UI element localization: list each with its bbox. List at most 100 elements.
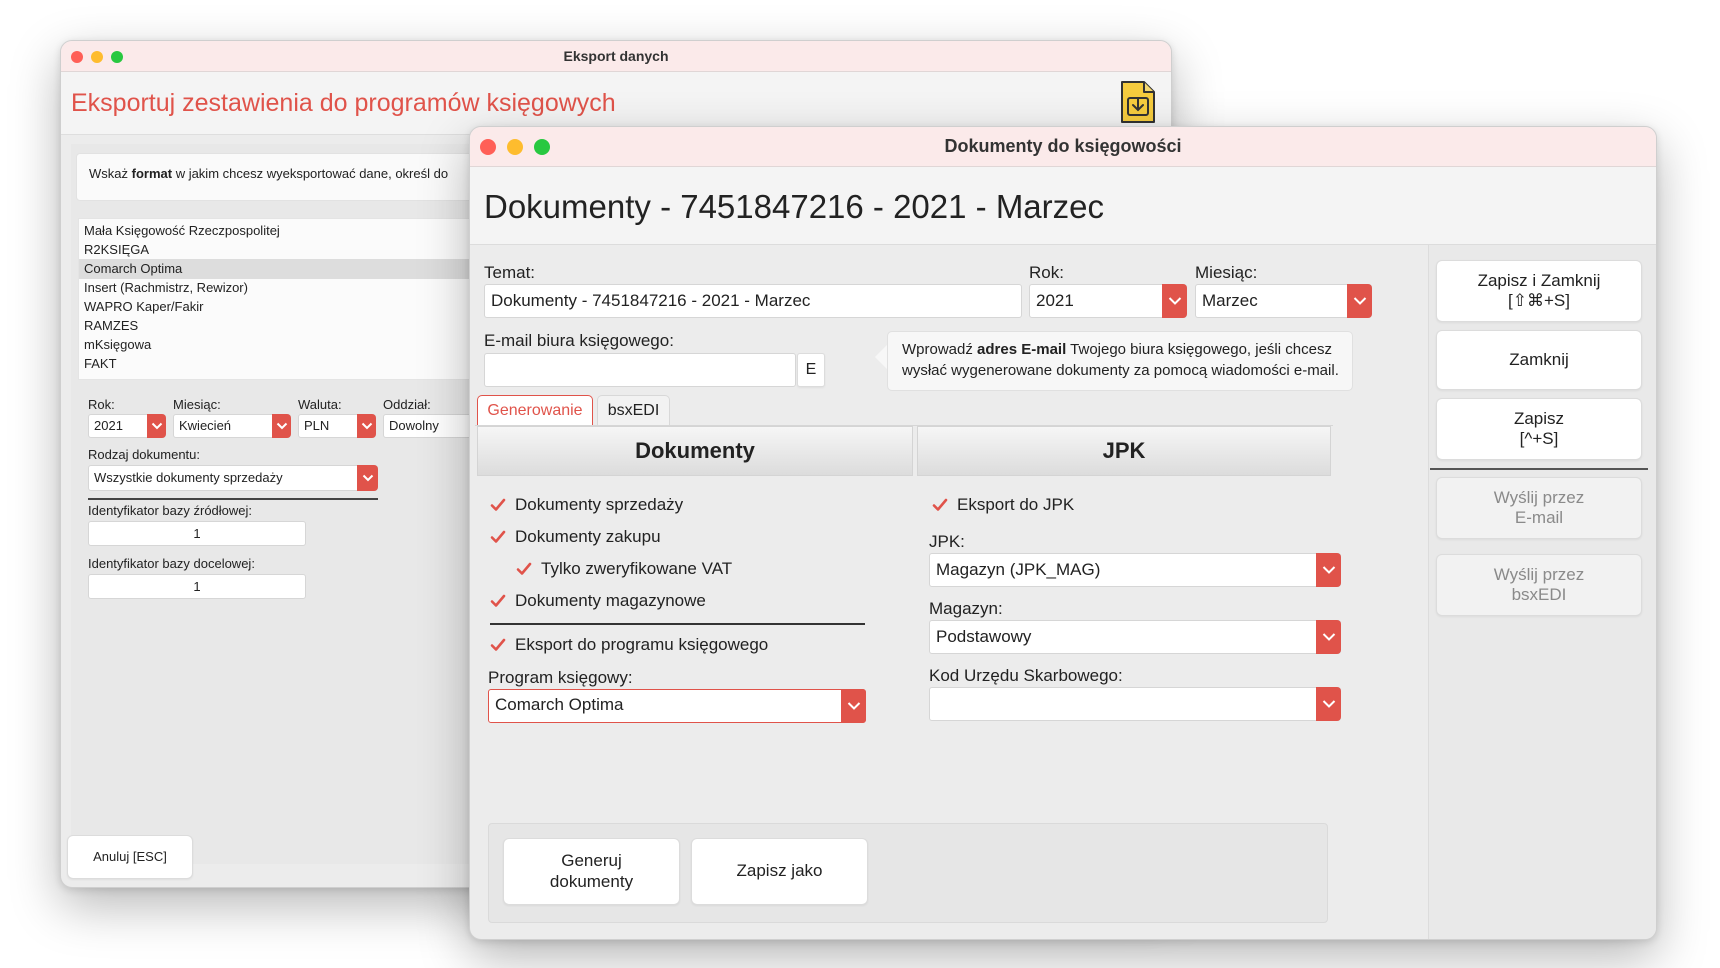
close-window-dot[interactable] xyxy=(480,139,496,155)
chevron-down-icon[interactable] xyxy=(1347,284,1372,318)
cancel-button-label: Anuluj [ESC] xyxy=(93,849,167,865)
back-miesiac-label: Miesiąc: xyxy=(173,397,221,412)
temat-value: Dokumenty - 7451847216 - 2021 - Marzec xyxy=(491,291,811,310)
checkmark-icon xyxy=(490,594,506,607)
target-db-label: Identyfikator bazy docelowej: xyxy=(88,556,255,571)
email-field[interactable] xyxy=(484,353,796,387)
tab-generowanie[interactable]: Generowanie xyxy=(477,395,593,425)
checkbox-vat-label[interactable]: Tylko zweryfikowane VAT xyxy=(541,559,732,579)
documents-window-titlebar: Dokumenty do księgowości xyxy=(470,127,1656,167)
chevron-down-icon[interactable] xyxy=(841,689,866,723)
tab-bsxedi[interactable]: bsxEDI xyxy=(597,395,670,425)
save-close-button[interactable]: Zapisz i Zamknij [⇧⌘+S] xyxy=(1436,260,1642,322)
back-rok-value: 2021 xyxy=(94,418,123,433)
list-item[interactable]: FAKT xyxy=(79,354,499,374)
temat-field[interactable]: Dokumenty - 7451847216 - 2021 - Marzec xyxy=(484,284,1022,318)
close-label: Zamknij xyxy=(1509,349,1569,369)
close-button[interactable]: Zamknij xyxy=(1436,330,1642,390)
maximize-window-dot[interactable] xyxy=(111,51,123,63)
miesiac-value: Marzec xyxy=(1202,291,1258,310)
magazyn-select[interactable]: Podstawowy xyxy=(929,620,1341,654)
email-info-text-line2: wysłać wygenerowane dokumenty za pomocą … xyxy=(902,362,1339,379)
kod-urzedu-select[interactable] xyxy=(929,687,1341,721)
back-oddzial-label: Oddział: xyxy=(383,397,431,412)
jpk-select[interactable]: Magazyn (JPK_MAG) xyxy=(929,553,1341,587)
send-bsxedi-button[interactable]: Wyślij przez bsxEDI xyxy=(1436,554,1642,616)
cancel-button[interactable]: Anuluj [ESC] xyxy=(67,835,193,879)
save-button[interactable]: Zapisz [^+S] xyxy=(1436,398,1642,460)
checkbox-eksport-jpk[interactable] xyxy=(932,497,948,518)
list-item[interactable]: Mała Księgowość Rzeczpospolitej xyxy=(79,221,499,241)
format-list[interactable]: Mała Księgowość Rzeczpospolitej R2KSIĘGA… xyxy=(78,218,500,380)
list-item[interactable]: Insert (Rachmistrz, Rewizor) xyxy=(79,278,499,298)
list-item[interactable]: WAPRO Kaper/Fakir xyxy=(79,297,499,317)
program-value: Comarch Optima xyxy=(495,695,624,714)
tab-generowanie-label: Generowanie xyxy=(487,402,583,419)
rok-value: 2021 xyxy=(1036,291,1074,310)
checkbox-eksport-program-label[interactable]: Eksport do programu księgowego xyxy=(515,635,768,655)
checkbox-magazynowe[interactable] xyxy=(490,593,506,614)
back-rodzaj-select[interactable]: Wszystkie dokumenty sprzedaży xyxy=(88,465,378,491)
program-select[interactable]: Comarch Optima xyxy=(488,689,866,723)
checkbox-vat[interactable] xyxy=(516,561,532,582)
divider xyxy=(490,623,865,625)
miesiac-select[interactable]: Marzec xyxy=(1195,284,1372,318)
checkbox-magazynowe-label[interactable]: Dokumenty magazynowe xyxy=(515,591,706,611)
checkmark-icon xyxy=(490,498,506,511)
section-jpk-header: JPK xyxy=(917,426,1331,476)
email-picker-button[interactable]: E xyxy=(797,353,825,387)
section-dokumenty-header: Dokumenty xyxy=(477,426,913,476)
minimize-window-dot[interactable] xyxy=(507,139,523,155)
page-title: Dokumenty - 7451847216 - 2021 - Marzec xyxy=(484,188,1105,225)
chevron-down-icon[interactable] xyxy=(357,414,376,438)
back-waluta-label: Waluta: xyxy=(298,397,342,412)
target-db-field[interactable]: 1 xyxy=(88,574,306,599)
chevron-down-icon[interactable] xyxy=(357,465,378,491)
save-as-label: Zapisz jako xyxy=(736,861,823,881)
magazyn-label: Magazyn: xyxy=(929,599,1003,618)
list-item[interactable]: RAMZES xyxy=(79,316,499,336)
chevron-down-icon[interactable] xyxy=(1316,687,1341,721)
checkbox-eksport-jpk-label[interactable]: Eksport do JPK xyxy=(957,495,1074,515)
kod-urzedu-label: Kod Urzędu Skarbowego: xyxy=(929,666,1123,685)
maximize-window-dot[interactable] xyxy=(534,139,550,155)
generate-documents-button[interactable]: Generuj dokumenty xyxy=(503,838,680,905)
temat-label: Temat: xyxy=(484,263,536,282)
back-miesiac-value: Kwiecień xyxy=(179,418,232,433)
back-oddzial-value: Dowolny xyxy=(389,418,439,433)
chevron-down-icon[interactable] xyxy=(1316,553,1341,587)
email-picker-label: E xyxy=(805,361,817,379)
divider xyxy=(88,498,378,500)
export-window-titlebar: Eksport danych xyxy=(61,41,1171,72)
chevron-down-icon[interactable] xyxy=(1316,620,1341,654)
list-item[interactable]: R2KSIĘGA xyxy=(79,240,499,260)
chevron-down-icon[interactable] xyxy=(272,414,291,438)
send-email-button[interactable]: Wyślij przez E-mail xyxy=(1436,477,1642,539)
checkbox-zakupu[interactable] xyxy=(490,529,506,550)
rok-label: Rok: xyxy=(1029,263,1064,282)
export-file-icon[interactable] xyxy=(1119,80,1157,124)
section-dokumenty-title: Dokumenty xyxy=(635,438,755,463)
send-bsxedi-label: Wyślij przez bsxEDI xyxy=(1493,564,1585,604)
back-rodzaj-value: Wszystkie dokumenty sprzedaży xyxy=(94,470,283,485)
checkbox-zakupu-label[interactable]: Dokumenty zakupu xyxy=(515,527,661,547)
tab-bsxedi-label: bsxEDI xyxy=(607,402,660,419)
chevron-down-icon[interactable] xyxy=(147,414,166,438)
minimize-window-dot[interactable] xyxy=(91,51,103,63)
source-db-field[interactable]: 1 xyxy=(88,521,306,546)
checkbox-sprzedazy-label[interactable]: Dokumenty sprzedaży xyxy=(515,495,683,515)
source-db-value: 1 xyxy=(193,526,201,541)
list-item-selected[interactable]: Comarch Optima xyxy=(79,259,499,279)
save-as-button[interactable]: Zapisz jako xyxy=(691,838,868,905)
generate-documents-label: Generuj dokumenty xyxy=(549,851,634,891)
checkmark-icon xyxy=(490,530,506,543)
back-rodzaj-label: Rodzaj dokumentu: xyxy=(88,447,201,462)
export-window-title: Eksport danych xyxy=(563,48,669,64)
close-window-dot[interactable] xyxy=(71,51,83,63)
target-db-value: 1 xyxy=(193,579,201,594)
checkbox-sprzedazy[interactable] xyxy=(490,497,506,518)
checkbox-eksport-program[interactable] xyxy=(490,637,506,658)
checkmark-icon xyxy=(516,562,532,575)
list-item[interactable]: mKsięgowa xyxy=(79,335,499,355)
chevron-down-icon[interactable] xyxy=(1162,284,1187,318)
